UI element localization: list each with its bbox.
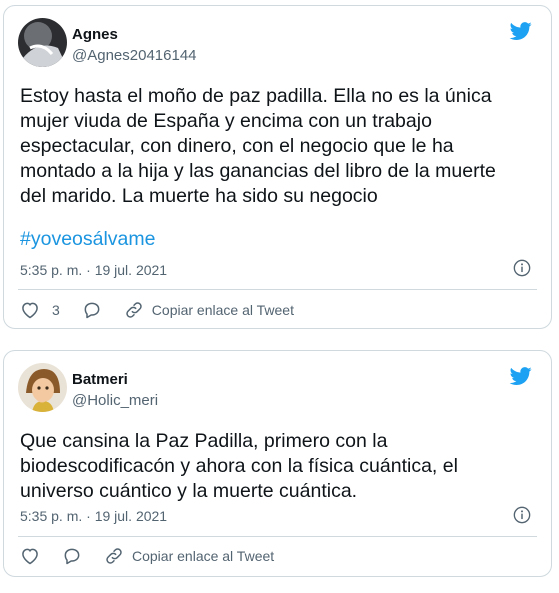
link-icon [106,548,122,564]
tweet-text: Estoy hasta el moño de paz padilla. Ella… [20,85,496,207]
copy-link-label: Copiar enlace al Tweet [151,302,294,318]
twitter-bird-icon[interactable] [509,365,533,387]
tweet-timestamp[interactable]: 5:35 p. m. · 19 jul. 2021 [20,508,167,524]
avatar[interactable] [18,363,67,412]
action-bar: Copiar enlace al Tweet [20,546,296,566]
tweet-timestamp[interactable]: 5:35 p. m. · 19 jul. 2021 [20,262,167,278]
action-bar: 3 Copiar enlace al Tweet [20,300,316,320]
link-icon [126,302,142,318]
info-icon[interactable] [513,506,531,524]
tweet-card[interactable]: Batmeri @Holic_meri Que cansina la Paz P… [3,350,552,577]
like-button[interactable] [20,546,40,566]
copy-link-button[interactable]: Copiar enlace al Tweet [124,300,294,320]
divider [18,289,537,290]
like-button[interactable]: 3 [20,300,60,320]
reply-button[interactable] [82,300,102,320]
copy-link-button[interactable]: Copiar enlace al Tweet [104,546,274,566]
author-name[interactable]: Batmeri [72,371,128,388]
twitter-bird-icon[interactable] [509,20,533,42]
tweet-text: Que cansina la Paz Padilla, primero con … [20,430,458,502]
author-name[interactable]: Agnes [72,26,118,43]
author-handle[interactable]: @Holic_meri [72,392,158,409]
hashtag-link[interactable]: #yoveosálvame [20,228,156,251]
reply-icon [64,548,80,565]
author-handle[interactable]: @Agnes20416144 [72,47,197,64]
like-count: 3 [52,302,60,318]
tweet-card[interactable]: Agnes @Agnes20416144 Estoy hasta el moño… [3,5,552,329]
heart-icon [22,548,38,565]
info-icon[interactable] [513,259,531,277]
divider [18,536,537,537]
reply-icon [84,302,100,319]
copy-link-label: Copiar enlace al Tweet [132,548,275,564]
avatar[interactable] [18,18,67,67]
heart-icon [22,302,38,319]
reply-button[interactable] [62,546,82,566]
